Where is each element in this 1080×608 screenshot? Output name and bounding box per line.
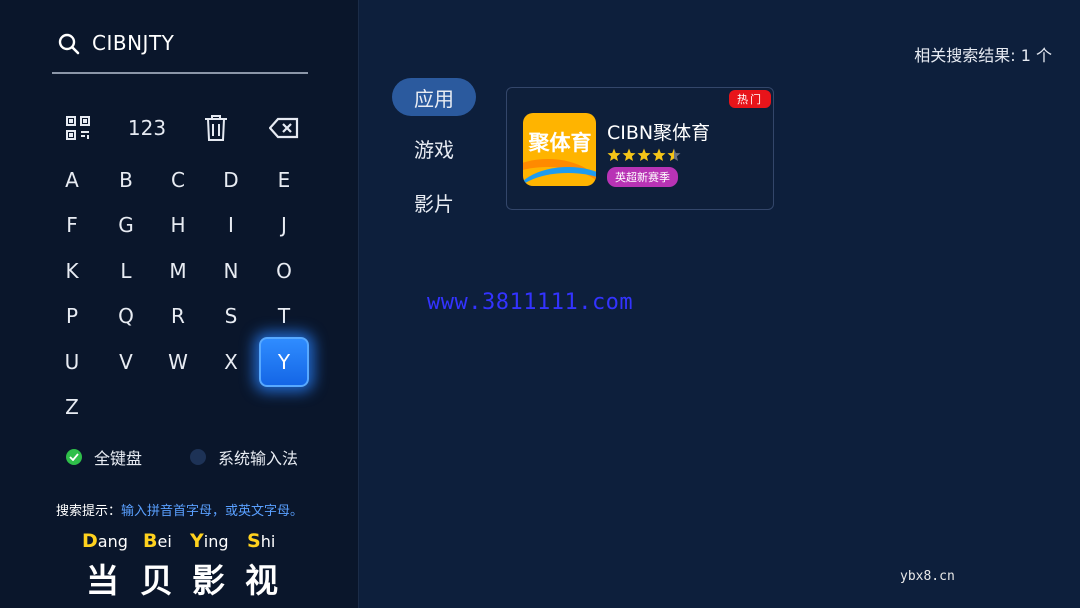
full-keyboard-label: 全键盘: [94, 449, 143, 468]
key-q[interactable]: Q: [101, 291, 151, 341]
brand-character: 当: [86, 561, 119, 600]
key-j[interactable]: J: [259, 200, 309, 250]
full-keyboard-option[interactable]: 全键盘: [66, 446, 142, 468]
qr-code-button[interactable]: [64, 112, 92, 144]
key-s[interactable]: S: [206, 291, 256, 341]
key-n[interactable]: N: [206, 246, 256, 296]
key-i[interactable]: I: [206, 200, 256, 250]
brand-character: 影: [192, 561, 225, 600]
key-w[interactable]: W: [153, 337, 203, 387]
key-u[interactable]: U: [47, 337, 97, 387]
brand-logo: Dang Bei Ying Shi 当 贝 影 视: [82, 530, 282, 600]
app-name: CIBN聚体育: [607, 122, 711, 144]
key-g[interactable]: G: [101, 200, 151, 250]
star-icon: [667, 148, 681, 161]
app-icon: 聚体育: [523, 113, 596, 186]
tab-apps[interactable]: 应用: [392, 78, 476, 116]
hot-badge: 热门: [729, 90, 771, 108]
star-icon: [622, 148, 636, 161]
key-d[interactable]: D: [206, 155, 256, 205]
brand-pinyin-word: Ying: [190, 530, 229, 552]
key-x[interactable]: X: [206, 337, 256, 387]
keyboard-panel: CIBNJTY 123 ABCDE FGHIJ KLMNO PQRST UVWXY Z 全…: [0, 0, 359, 608]
tab-games[interactable]: 游戏: [392, 129, 476, 167]
search-hint: 搜索提示：输入拼音首字母，或英文字母。: [56, 500, 303, 519]
search-hint-text: 输入拼音首字母，或英文字母。: [121, 504, 304, 519]
key-k[interactable]: K: [47, 246, 97, 296]
key-m[interactable]: M: [153, 246, 203, 296]
search-underline: [52, 72, 308, 74]
key-c[interactable]: C: [153, 155, 203, 205]
qr-code-icon: [65, 115, 91, 141]
system-ime-option[interactable]: 系统输入法: [190, 446, 298, 468]
star-icon: [652, 148, 666, 161]
checked-icon: [66, 449, 82, 465]
system-ime-label: 系统输入法: [218, 449, 299, 468]
brand-pinyin-word: Shi: [247, 530, 276, 552]
key-e[interactable]: E: [259, 155, 309, 205]
key-o[interactable]: O: [259, 246, 309, 296]
unchecked-icon: [190, 449, 206, 465]
trash-icon: [204, 114, 228, 142]
star-icon: [607, 148, 621, 161]
brand-pinyin-word: Dang: [82, 530, 128, 552]
backspace-button[interactable]: [268, 112, 300, 144]
search-icon: [58, 33, 80, 55]
key-t[interactable]: T: [259, 291, 309, 341]
clear-button[interactable]: [202, 112, 230, 144]
app-tag: 英超新赛季: [607, 167, 678, 187]
result-card[interactable]: 热门 聚体育 CIBN聚体育 英超新赛季: [506, 87, 774, 210]
key-b[interactable]: B: [101, 155, 151, 205]
key-f[interactable]: F: [47, 200, 97, 250]
search-box[interactable]: CIBNJTY: [56, 30, 308, 60]
star-icon: [637, 148, 651, 161]
backspace-icon: [269, 117, 299, 139]
rating-stars: [607, 148, 681, 164]
brand-character: 视: [245, 561, 278, 600]
key-l[interactable]: L: [101, 246, 151, 296]
app-icon-label: 聚体育: [528, 131, 592, 155]
key-h[interactable]: H: [153, 200, 203, 250]
brand-pinyin-word: Bei: [143, 530, 172, 552]
key-v[interactable]: V: [101, 337, 151, 387]
search-hint-label: 搜索提示：: [56, 504, 122, 519]
key-p[interactable]: P: [47, 291, 97, 341]
key-z[interactable]: Z: [47, 382, 97, 432]
brand-character: 贝: [140, 561, 173, 600]
key-r[interactable]: R: [153, 291, 203, 341]
search-query: CIBNJTY: [92, 31, 175, 55]
watermark: www.3811111.com: [427, 290, 634, 315]
numbers-button[interactable]: 123: [126, 112, 168, 144]
result-count: 相关搜索结果: 1 个: [914, 46, 1052, 65]
tab-movies[interactable]: 影片: [392, 183, 476, 221]
key-y[interactable]: Y: [259, 337, 309, 387]
corner-watermark: ybx8.cn: [900, 569, 955, 584]
key-a[interactable]: A: [47, 155, 97, 205]
